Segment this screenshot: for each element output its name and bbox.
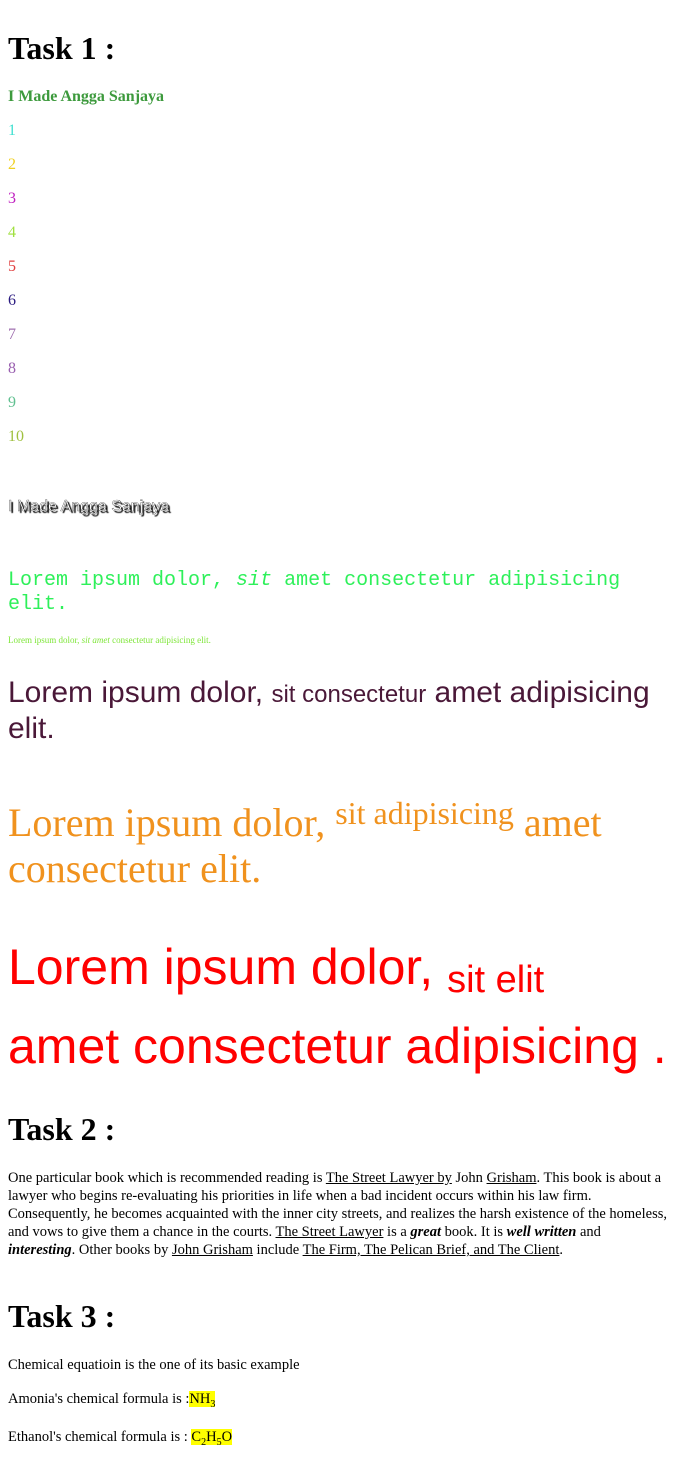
ethanol-label: Ethanol's chemical formula is : (8, 1429, 192, 1445)
task2-heading: Task 2 : (8, 1111, 116, 1147)
red-part-a: Lorem ipsum dolor, (8, 939, 448, 995)
para-text: John (451, 1170, 487, 1186)
formula-nh: NH (189, 1391, 211, 1407)
para-text: . (559, 1242, 563, 1258)
orange-part-b: sit adipisicing (335, 795, 514, 831)
mono-part-b: sit (236, 569, 273, 592)
para-text: include (252, 1242, 303, 1258)
orange-part-a: Lorem ipsum dolor, (8, 800, 336, 845)
formula-o: O (221, 1429, 233, 1445)
author-link-grisham[interactable]: Grisham (487, 1170, 537, 1186)
book-link-street-lawyer[interactable]: The Street Lawyer (276, 1224, 384, 1240)
amonia-label: Amonia's chemical formula is : (8, 1391, 190, 1407)
para-text: and (576, 1224, 601, 1240)
formula-nh-sub: 3 (210, 1398, 216, 1410)
para-text: One particular book which is recommended… (8, 1170, 326, 1186)
purple-part-a: Lorem ipsum dolor, (8, 676, 272, 709)
name-shadow: I Made Angga Sanjaya (8, 498, 170, 515)
para-text: . Other books by (71, 1242, 172, 1258)
task3-heading: Task 3 : (8, 1298, 116, 1334)
purple-lorem-line: Lorem ipsum dolor, sit consectetur amet … (8, 676, 673, 746)
mono-lorem-line: Lorem ipsum dolor, sit amet consectetur … (8, 569, 668, 617)
purple-part-b: sit consectetur (271, 681, 427, 708)
tiny-part-b: sit amet (81, 635, 110, 645)
red-part-b: sit elit (447, 959, 545, 1001)
number-item: 6 (8, 292, 16, 309)
emphasis-interesting: interesting (8, 1242, 72, 1258)
amonia-line: Amonia's chemical formula is :NH3 (8, 1391, 216, 1410)
book-link-street-lawyer-by[interactable]: The Street Lawyer by (326, 1170, 452, 1186)
chem-intro: Chemical equatioin is the one of its bas… (8, 1357, 300, 1373)
number-item: 9 (8, 394, 16, 411)
number-item: 5 (8, 258, 16, 275)
formula-h: H (206, 1429, 217, 1445)
tiny-part-c: consectetur adipisicing elit. (109, 635, 211, 645)
red-part-c: amet consectetur adipisicing . (8, 1018, 667, 1074)
number-item: 3 (8, 190, 16, 207)
amonia-formula: NH3 (189, 1391, 216, 1410)
task1-heading: Task 1 : (8, 30, 116, 66)
number-item: 10 (8, 428, 24, 445)
para-text: book. It is (441, 1224, 507, 1240)
ethanol-line: Ethanol's chemical formula is : C2H5O (8, 1429, 233, 1448)
orange-lorem-line: Lorem ipsum dolor, sit adipisicing amet … (8, 790, 673, 892)
mono-part-a: Lorem ipsum dolor, (8, 569, 237, 592)
author-link-john-grisham[interactable]: John Grisham (172, 1242, 253, 1258)
tiny-part-a: Lorem ipsum dolor, (8, 635, 82, 645)
emphasis-great: great (410, 1224, 442, 1240)
number-item: 8 (8, 360, 16, 377)
number-item: 7 (8, 326, 16, 343)
formula-c: C (191, 1429, 202, 1445)
book-paragraph: One particular book which is recommended… (8, 1169, 668, 1259)
ethanol-formula: C2H5O (191, 1429, 233, 1448)
para-text: is a (383, 1224, 411, 1240)
number-item: 4 (8, 224, 16, 241)
books-link-firm-pelican-client[interactable]: The Firm, The Pelican Brief, and The Cli… (303, 1242, 560, 1258)
emphasis-well-written: well written (506, 1224, 577, 1240)
number-item: 1 (8, 122, 16, 139)
name-green: I Made Angga Sanjaya (8, 88, 165, 105)
tiny-lorem-line: Lorem ipsum dolor, sit amet consectetur … (8, 635, 211, 645)
red-lorem-line: Lorem ipsum dolor, sit elit amet consecte… (8, 934, 678, 1079)
number-item: 2 (8, 156, 16, 173)
